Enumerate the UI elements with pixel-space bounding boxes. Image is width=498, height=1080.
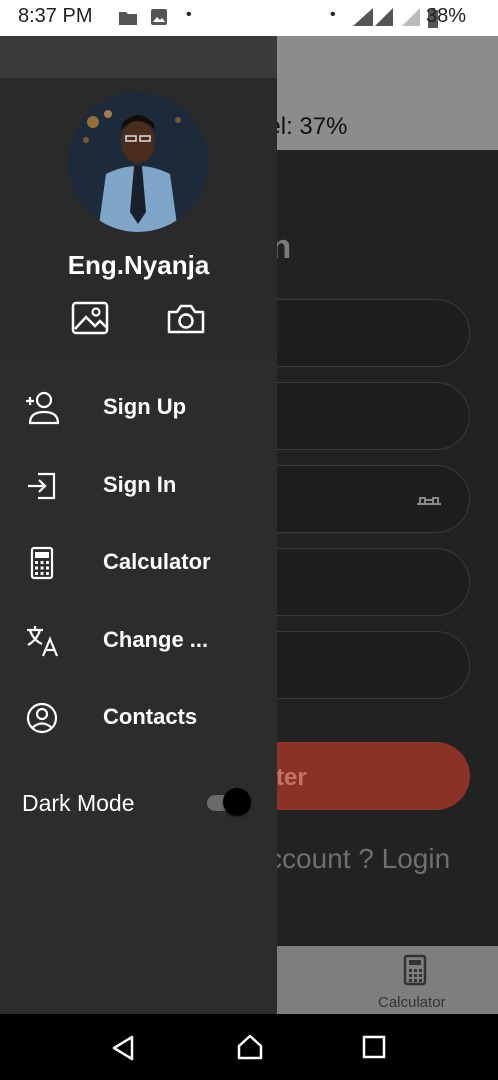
system-navigation-bar <box>0 1014 498 1080</box>
menu-item-label: Calculator <box>103 549 211 574</box>
dark-mode-label: Dark Mode <box>22 790 135 816</box>
dark-mode-toggle-knob[interactable] <box>223 788 251 816</box>
folder-icon <box>119 12 137 25</box>
menu-item-contacts[interactable]: Contacts <box>0 680 277 756</box>
status-time: 8:37 PM <box>18 5 93 27</box>
translate-icon <box>27 626 59 657</box>
camera-icon[interactable] <box>166 303 206 335</box>
menu-item-change-language[interactable]: Change ... <box>0 603 277 679</box>
navigation-drawer: Eng.Nyanja Sign Up Sign In Calculator Ch… <box>0 36 277 1014</box>
account-circle-icon <box>26 702 58 734</box>
calculator-icon <box>30 546 54 580</box>
notification-dot-icon: • <box>330 6 336 23</box>
register-button-label: ter <box>276 764 307 791</box>
add-user-icon <box>26 391 60 425</box>
signal-icon <box>402 8 420 26</box>
gallery-icon[interactable] <box>71 301 109 335</box>
password-toggle-icon[interactable] <box>415 492 443 506</box>
profile-name: Eng.Nyanja <box>67 250 210 280</box>
menu-item-calculator[interactable]: Calculator <box>0 525 277 601</box>
menu-item-sign-up[interactable]: Sign Up <box>0 370 277 446</box>
menu-item-sign-in[interactable]: Sign In <box>0 448 277 524</box>
notification-dot-icon: • <box>186 6 192 23</box>
login-icon <box>28 472 56 500</box>
profile-photo <box>68 92 208 232</box>
signal-3g-icon <box>375 8 393 26</box>
menu-item-label: Sign Up <box>103 394 187 419</box>
status-bar: 8:37 PM • • 38% <box>0 0 498 36</box>
menu-item-label: Sign In <box>103 472 177 497</box>
bottom-nav-label[interactable]: Calculator <box>378 994 446 1011</box>
calculator-icon[interactable] <box>402 954 428 986</box>
back-icon[interactable] <box>110 1034 136 1062</box>
avatar[interactable] <box>68 92 208 232</box>
menu-item-label: Change ... <box>103 627 209 652</box>
home-icon[interactable] <box>236 1033 264 1061</box>
signal-icon <box>353 8 373 26</box>
recents-icon[interactable] <box>362 1035 386 1059</box>
battery-percent: 38% <box>425 5 466 27</box>
login-link[interactable]: ccount ? Login <box>268 843 450 875</box>
drawer-top-bar <box>0 36 277 78</box>
menu-item-label: Contacts <box>103 704 198 729</box>
image-icon <box>151 9 167 25</box>
